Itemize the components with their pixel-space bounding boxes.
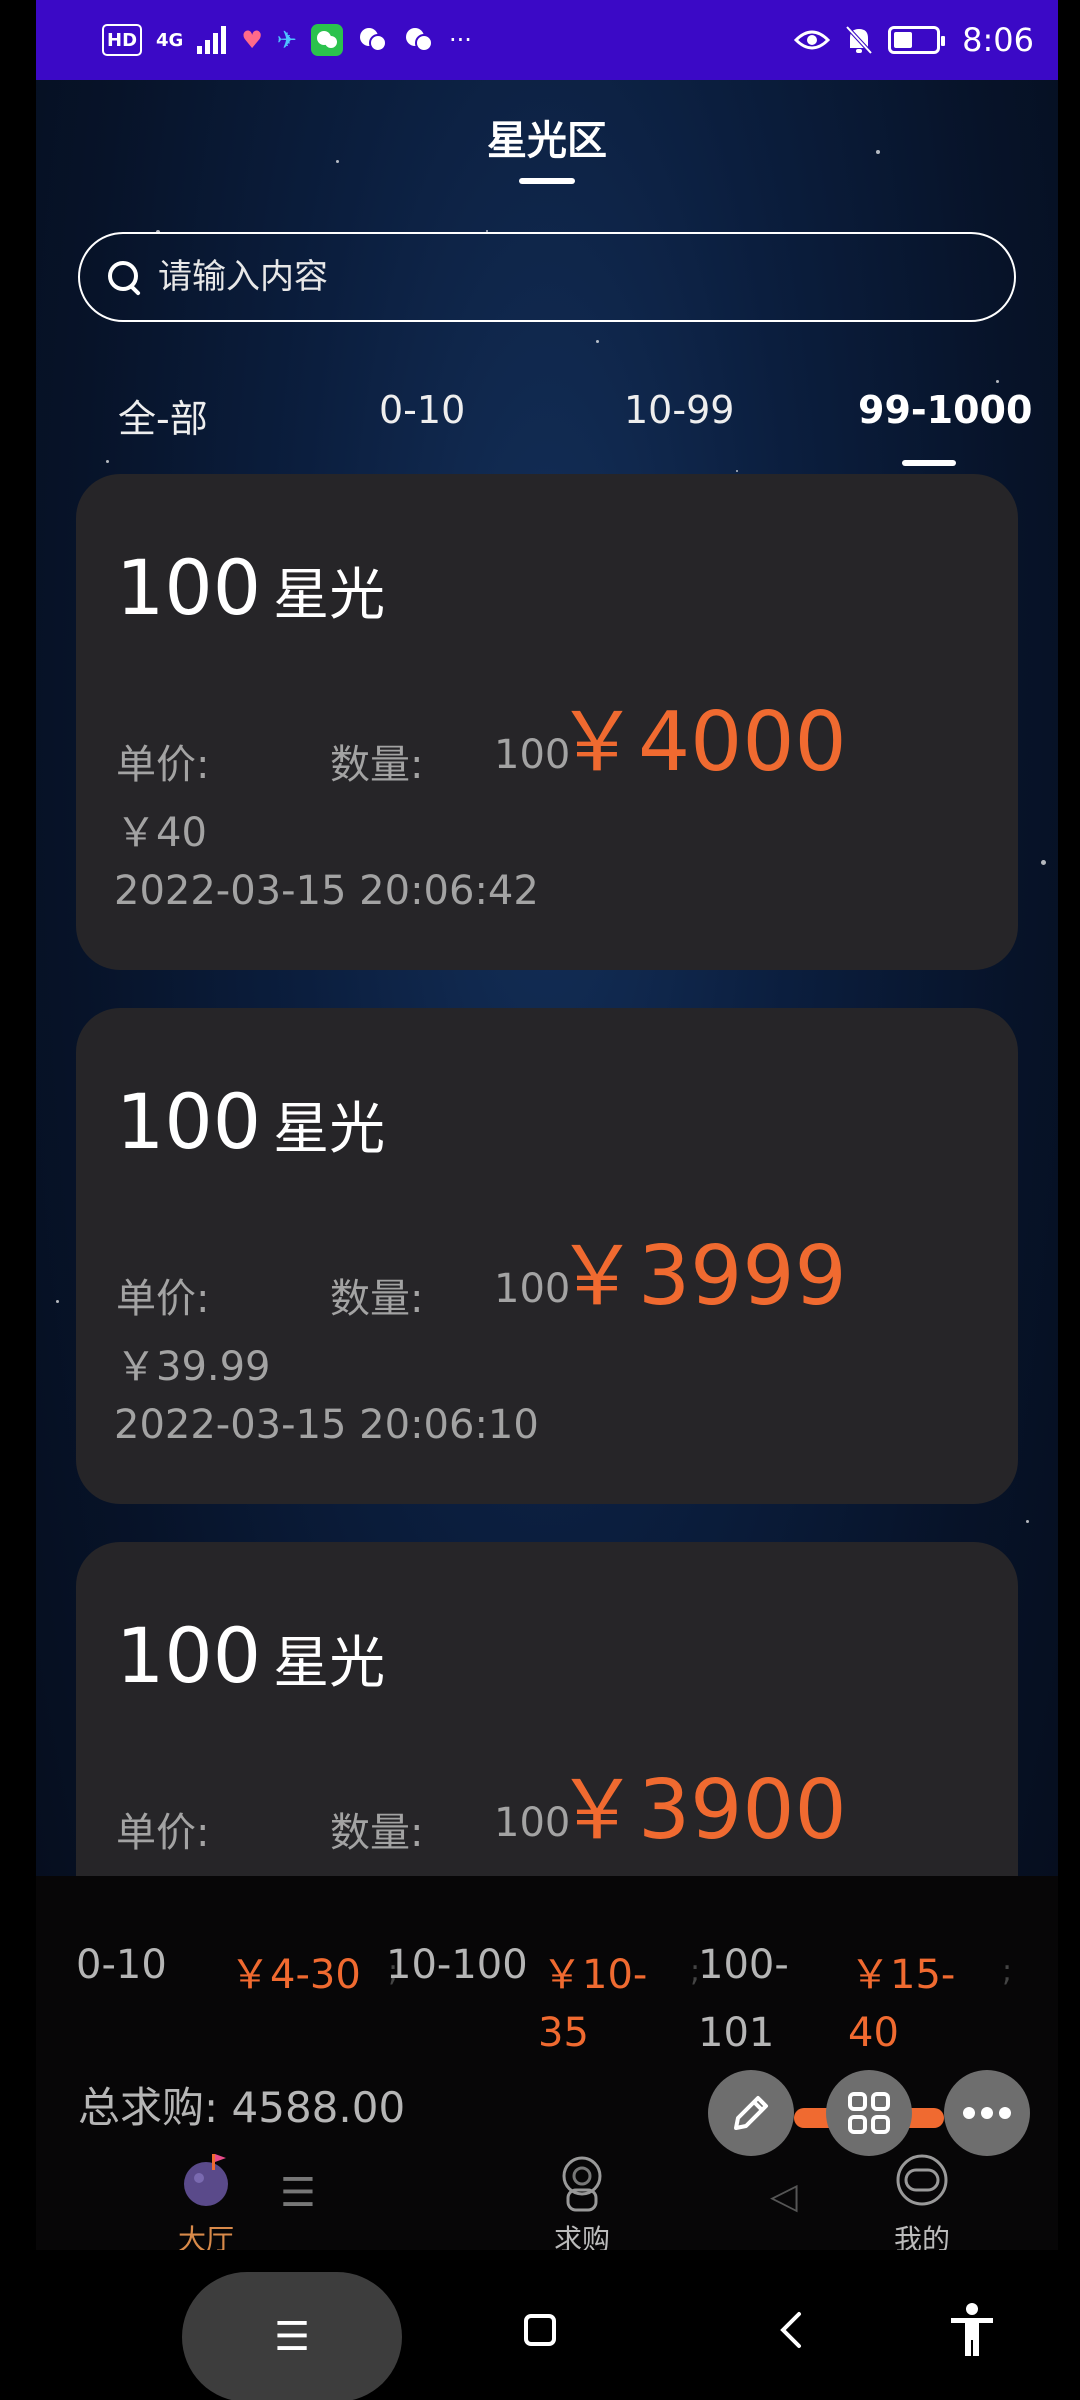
qty-label: 数量: (330, 1276, 424, 1322)
stat-separator: ; (1002, 1954, 1013, 1989)
listing-card[interactable]: 100 星光 单价: 数量: 100 ￥4000 ￥40 2022-03-15 2… (76, 474, 1018, 970)
card-unit: 星光 (273, 1097, 386, 1162)
total-price: ￥3999 (556, 1229, 847, 1324)
nav-item-lobby[interactable]: 大厅 (126, 2140, 286, 2258)
app-frame: HD 4G ♥ ✈ ··· 8:06 星光区 请输入内容 全-部 0-10 10… (36, 0, 1058, 2400)
edit-button[interactable] (708, 2070, 794, 2156)
wechat-icon (310, 24, 343, 56)
tab-all[interactable]: 全-部 (118, 388, 208, 443)
tab-10-99[interactable]: 10-99 (624, 388, 734, 432)
grid-icon (848, 2092, 890, 2134)
card-unit: 星光 (273, 563, 386, 628)
bell-mute-icon (844, 24, 874, 56)
home-button[interactable] (510, 2300, 570, 2360)
card-amount: 100 星光 (116, 1077, 386, 1166)
card-amount: 100 星光 (116, 1611, 386, 1700)
network-type: 4G (156, 29, 184, 51)
search-box[interactable] (78, 232, 1016, 322)
apps-button[interactable] (826, 2070, 912, 2156)
wechat-outline-icon-2 (403, 24, 435, 56)
search-input[interactable] (158, 257, 938, 297)
system-menu-button[interactable]: ☰ (182, 2272, 402, 2400)
card-amount: 100 星光 (116, 543, 386, 632)
listing-card[interactable]: 100 星光 单价: 数量: 100 ￥3999 ￥39.99 2022-03-1… (76, 1008, 1018, 1504)
price-label: 单价: (116, 1276, 210, 1322)
total-price: ￥4000 (556, 695, 847, 790)
search-icon (106, 259, 142, 295)
stat-range: 100- (698, 1942, 789, 1988)
total-price: ￥3900 (556, 1763, 847, 1858)
unit-price: ￥40 (116, 810, 207, 856)
home-square-icon (524, 2314, 556, 2346)
stat-price: ￥4-30 (230, 1952, 361, 1998)
qty-label: 数量: (330, 1810, 424, 1856)
clock: 8:06 (962, 21, 1034, 59)
stat-price: ￥15- (850, 1952, 956, 1998)
planet-icon (174, 2150, 238, 2214)
total-demand: 总求购: 4588.00 (78, 2083, 406, 2132)
back-button[interactable] (760, 2300, 820, 2360)
price-range-tabs: 全-部 0-10 10-99 99-1000 (36, 388, 1058, 448)
cleaner-icon: ✈ (276, 26, 297, 54)
pencil-icon (734, 2096, 768, 2130)
battery-icon (888, 26, 946, 54)
more-notifications: ··· (448, 26, 472, 54)
nav-item-buy-request[interactable]: 求购 (502, 2140, 662, 2258)
hd-icon: HD (102, 24, 143, 56)
price-label: 单价: (116, 1810, 210, 1856)
page-title: 星光区 (487, 118, 607, 164)
qty-label: 数量: (330, 742, 424, 788)
accessibility-icon (951, 2303, 993, 2356)
more-icon (963, 2107, 1011, 2119)
stat-price: 40 (848, 2010, 899, 2056)
card-unit: 星光 (273, 1631, 386, 1696)
timestamp: 2022-03-15 20:06:42 (114, 868, 539, 914)
menu-icon: ☰ (274, 2314, 310, 2360)
system-nav-bar: ☰ (0, 2250, 1080, 2400)
stat-range: 10-100 (386, 1942, 528, 1988)
nav-item-mine[interactable]: 我的 (842, 2140, 1002, 2258)
timestamp: 2022-03-15 20:06:10 (114, 1402, 539, 1448)
eye-icon (794, 24, 831, 56)
wechat-outline-icon (357, 24, 389, 56)
astronaut-icon (550, 2150, 614, 2214)
tab-99-1000[interactable]: 99-1000 (858, 388, 1032, 432)
stat-price: 35 (538, 2010, 589, 2056)
health-heart-icon: ♥ (241, 26, 263, 54)
status-bar: HD 4G ♥ ✈ ··· 8:06 (36, 0, 1058, 80)
stat-price: ￥10- (542, 1952, 648, 1998)
stat-range: 101 (698, 2010, 775, 2056)
stat-range: 0-10 (76, 1942, 167, 1988)
more-button[interactable] (944, 2070, 1030, 2156)
back-chevron-icon (780, 2312, 801, 2348)
active-tab-indicator (902, 460, 956, 466)
signal-bars-icon (197, 24, 227, 56)
unit-price: ￥39.99 (116, 1344, 271, 1390)
accessibility-button[interactable] (942, 2300, 1002, 2360)
bottom-nav: 大厅 ☰ 求购 ◁ 我的 (36, 2140, 1058, 2256)
price-label: 单价: (116, 742, 210, 788)
helmet-icon (890, 2150, 954, 2214)
back-triangle-icon[interactable]: ◁ (770, 2176, 798, 2217)
title-indicator (519, 178, 575, 184)
tab-0-10[interactable]: 0-10 (379, 388, 465, 432)
menu-icon[interactable]: ☰ (280, 2170, 316, 2216)
